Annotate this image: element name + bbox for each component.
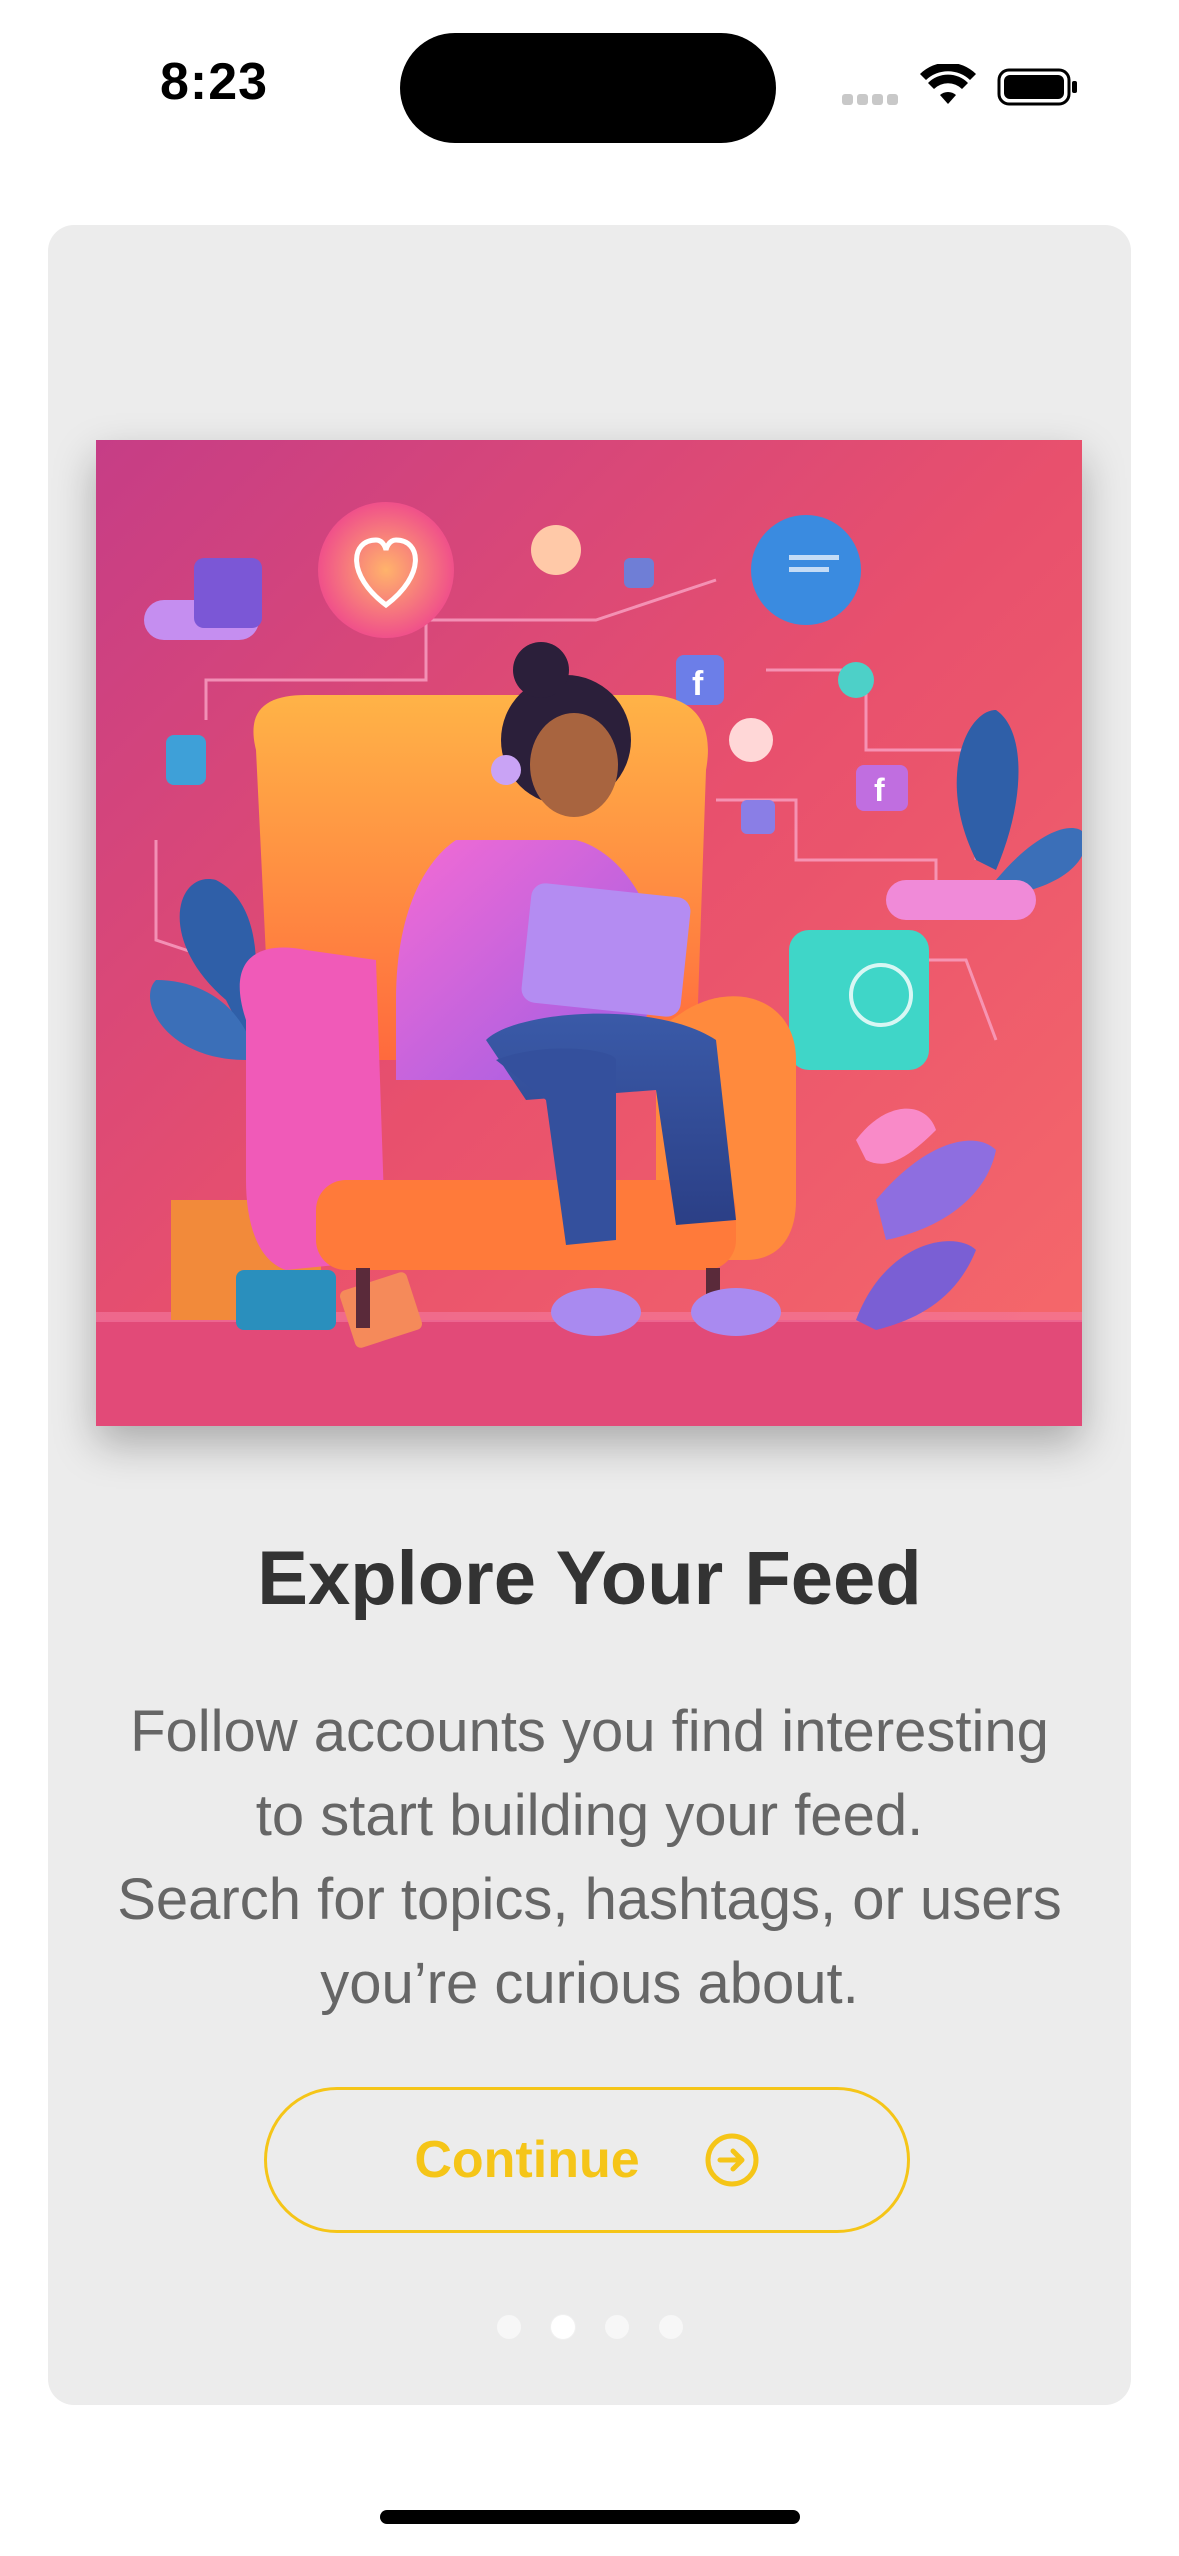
home-indicator[interactable] [380, 2510, 800, 2524]
continue-button[interactable]: Continue [264, 2087, 910, 2233]
onboarding-description-line: Follow accounts you find interesting [130, 1699, 1049, 1764]
continue-button-label: Continue [414, 2131, 640, 2189]
wifi-icon [920, 64, 976, 104]
onboarding-description-line: Search for topics, hashtags, or users [117, 1867, 1062, 1932]
svg-text:f: f [874, 772, 885, 808]
page-dot-2-active[interactable] [550, 2315, 575, 2339]
page-dot-4[interactable] [658, 2315, 683, 2339]
battery-icon [997, 68, 1077, 106]
illustration-woman-armchair-social-media-icon: f f [96, 440, 1082, 1426]
page-dot-3[interactable] [604, 2315, 629, 2339]
onboarding-card: f f Explore Your Feed Follow accounts yo… [48, 225, 1131, 2405]
onboarding-illustration: f f [96, 440, 1082, 1426]
status-time: 8:23 [160, 53, 269, 111]
svg-text:f: f [692, 665, 704, 703]
onboarding-title: Explore Your Feed [257, 1536, 922, 1621]
arrow-right-circle-icon [705, 2133, 759, 2187]
status-bar: 8:23 [0, 0, 1179, 160]
dynamic-island [400, 33, 776, 143]
page-indicator[interactable] [48, 2315, 1131, 2339]
onboarding-screen: 8:23 f f Explore Your Feed Follow accoun… [0, 0, 1179, 2556]
onboarding-description-line: to start building your feed. [255, 1783, 924, 1848]
page-dot-1[interactable] [496, 2315, 521, 2339]
onboarding-description-line: you’re curious about. [320, 1951, 859, 2016]
onboarding-description: Follow accounts you find interesting to … [68, 1690, 1111, 2026]
cellular-signal-icon [842, 92, 902, 106]
